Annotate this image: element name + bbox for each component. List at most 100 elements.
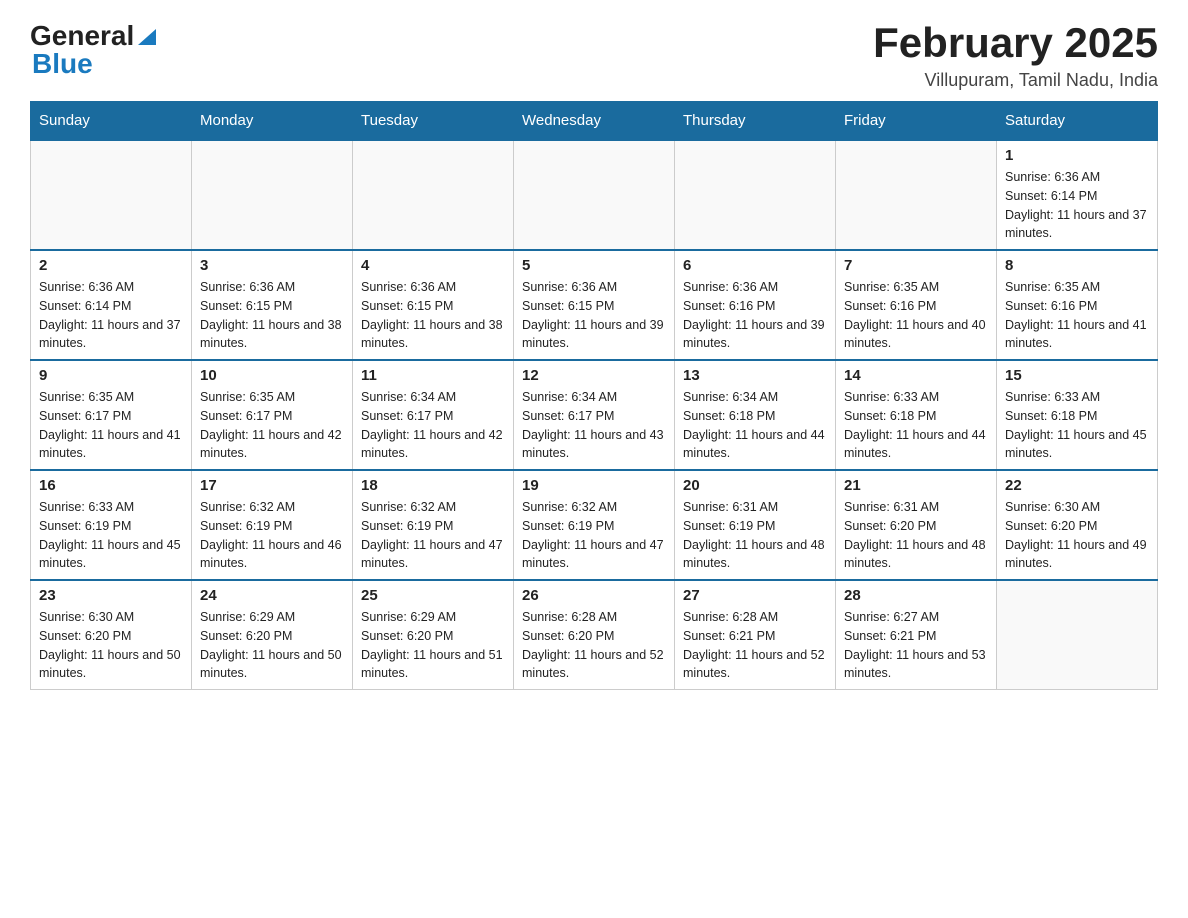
- weekday-header-friday: Friday: [836, 102, 997, 141]
- day-number: 20: [683, 477, 827, 494]
- day-info: Sunrise: 6:32 AM Sunset: 6:19 PM Dayligh…: [361, 498, 505, 573]
- calendar-cell: 20 Sunrise: 6:31 AM Sunset: 6:19 PM Dayli…: [675, 470, 836, 580]
- day-number: 10: [200, 367, 344, 384]
- day-number: 2: [39, 257, 183, 274]
- day-number: 23: [39, 587, 183, 604]
- calendar-cell: 14 Sunrise: 6:33 AM Sunset: 6:18 PM Dayli…: [836, 360, 997, 470]
- day-number: 6: [683, 257, 827, 274]
- weekday-header-row: SundayMondayTuesdayWednesdayThursdayFrid…: [31, 102, 1158, 141]
- day-info: Sunrise: 6:33 AM Sunset: 6:19 PM Dayligh…: [39, 498, 183, 573]
- calendar-cell: 2 Sunrise: 6:36 AM Sunset: 6:14 PM Daylig…: [31, 250, 192, 360]
- calendar-cell: 12 Sunrise: 6:34 AM Sunset: 6:17 PM Dayli…: [514, 360, 675, 470]
- day-number: 25: [361, 587, 505, 604]
- calendar-cell: 23 Sunrise: 6:30 AM Sunset: 6:20 PM Dayli…: [31, 580, 192, 690]
- day-number: 9: [39, 367, 183, 384]
- calendar-week-row: 1Sunrise: 6:36 AM Sunset: 6:14 PM Daylig…: [31, 140, 1158, 250]
- day-info: Sunrise: 6:31 AM Sunset: 6:20 PM Dayligh…: [844, 498, 988, 573]
- day-number: 7: [844, 257, 988, 274]
- calendar-cell: 25Sunrise: 6:29 AM Sunset: 6:20 PM Dayli…: [353, 580, 514, 690]
- title-block: February 2025 Villupuram, Tamil Nadu, In…: [873, 20, 1158, 91]
- day-number: 12: [522, 367, 666, 384]
- calendar-cell: 24 Sunrise: 6:29 AM Sunset: 6:20 PM Dayli…: [192, 580, 353, 690]
- day-info: Sunrise: 6:36 AM Sunset: 6:15 PM Dayligh…: [200, 278, 344, 353]
- logo-blue-text: Blue: [30, 48, 93, 80]
- page-header: General Blue February 2025 Villupuram, T…: [30, 20, 1158, 91]
- calendar-cell: [836, 140, 997, 250]
- calendar-cell: [31, 140, 192, 250]
- day-number: 17: [200, 477, 344, 494]
- calendar-cell: 21 Sunrise: 6:31 AM Sunset: 6:20 PM Dayli…: [836, 470, 997, 580]
- day-number: 8: [1005, 257, 1149, 274]
- day-info: Sunrise: 6:36 AM Sunset: 6:15 PM Dayligh…: [361, 278, 505, 353]
- day-info: Sunrise: 6:36 AM Sunset: 6:14 PM Dayligh…: [39, 278, 183, 353]
- calendar-week-row: 23 Sunrise: 6:30 AM Sunset: 6:20 PM Dayli…: [31, 580, 1158, 690]
- month-title: February 2025: [873, 20, 1158, 66]
- day-info: Sunrise: 6:35 AM Sunset: 6:17 PM Dayligh…: [39, 388, 183, 463]
- calendar-week-row: 9 Sunrise: 6:35 AM Sunset: 6:17 PM Daylig…: [31, 360, 1158, 470]
- calendar-cell: 5 Sunrise: 6:36 AM Sunset: 6:15 PM Daylig…: [514, 250, 675, 360]
- day-info: Sunrise: 6:35 AM Sunset: 6:16 PM Dayligh…: [1005, 278, 1149, 353]
- calendar-cell: 8 Sunrise: 6:35 AM Sunset: 6:16 PM Daylig…: [997, 250, 1158, 360]
- day-info: Sunrise: 6:27 AM Sunset: 6:21 PM Dayligh…: [844, 608, 988, 683]
- weekday-header-saturday: Saturday: [997, 102, 1158, 141]
- day-info: Sunrise: 6:34 AM Sunset: 6:18 PM Dayligh…: [683, 388, 827, 463]
- calendar-cell: 11 Sunrise: 6:34 AM Sunset: 6:17 PM Dayli…: [353, 360, 514, 470]
- calendar-cell: 15 Sunrise: 6:33 AM Sunset: 6:18 PM Dayli…: [997, 360, 1158, 470]
- day-number: 22: [1005, 477, 1149, 494]
- calendar-cell: 28 Sunrise: 6:27 AM Sunset: 6:21 PM Dayli…: [836, 580, 997, 690]
- calendar-cell: 4 Sunrise: 6:36 AM Sunset: 6:15 PM Daylig…: [353, 250, 514, 360]
- day-number: 14: [844, 367, 988, 384]
- calendar-cell: 7Sunrise: 6:35 AM Sunset: 6:16 PM Daylig…: [836, 250, 997, 360]
- day-info: Sunrise: 6:33 AM Sunset: 6:18 PM Dayligh…: [1005, 388, 1149, 463]
- calendar-cell: 16 Sunrise: 6:33 AM Sunset: 6:19 PM Dayli…: [31, 470, 192, 580]
- day-number: 26: [522, 587, 666, 604]
- day-info: Sunrise: 6:28 AM Sunset: 6:21 PM Dayligh…: [683, 608, 827, 683]
- calendar-cell: [353, 140, 514, 250]
- day-number: 19: [522, 477, 666, 494]
- day-info: Sunrise: 6:34 AM Sunset: 6:17 PM Dayligh…: [361, 388, 505, 463]
- calendar-week-row: 16 Sunrise: 6:33 AM Sunset: 6:19 PM Dayli…: [31, 470, 1158, 580]
- calendar-cell: [192, 140, 353, 250]
- day-info: Sunrise: 6:29 AM Sunset: 6:20 PM Dayligh…: [200, 608, 344, 683]
- logo-arrow-icon: [138, 29, 156, 50]
- day-info: Sunrise: 6:36 AM Sunset: 6:16 PM Dayligh…: [683, 278, 827, 353]
- weekday-header-sunday: Sunday: [31, 102, 192, 141]
- location: Villupuram, Tamil Nadu, India: [873, 70, 1158, 91]
- calendar-cell: 9 Sunrise: 6:35 AM Sunset: 6:17 PM Daylig…: [31, 360, 192, 470]
- weekday-header-monday: Monday: [192, 102, 353, 141]
- day-info: Sunrise: 6:34 AM Sunset: 6:17 PM Dayligh…: [522, 388, 666, 463]
- weekday-header-wednesday: Wednesday: [514, 102, 675, 141]
- day-info: Sunrise: 6:36 AM Sunset: 6:15 PM Dayligh…: [522, 278, 666, 353]
- calendar-week-row: 2 Sunrise: 6:36 AM Sunset: 6:14 PM Daylig…: [31, 250, 1158, 360]
- day-number: 15: [1005, 367, 1149, 384]
- calendar-cell: 27Sunrise: 6:28 AM Sunset: 6:21 PM Dayli…: [675, 580, 836, 690]
- calendar-cell: [514, 140, 675, 250]
- calendar-cell: 18 Sunrise: 6:32 AM Sunset: 6:19 PM Dayli…: [353, 470, 514, 580]
- calendar-cell: 17 Sunrise: 6:32 AM Sunset: 6:19 PM Dayli…: [192, 470, 353, 580]
- day-number: 21: [844, 477, 988, 494]
- day-number: 28: [844, 587, 988, 604]
- day-info: Sunrise: 6:32 AM Sunset: 6:19 PM Dayligh…: [200, 498, 344, 573]
- day-number: 13: [683, 367, 827, 384]
- day-number: 16: [39, 477, 183, 494]
- day-number: 4: [361, 257, 505, 274]
- day-number: 24: [200, 587, 344, 604]
- calendar-cell: 10 Sunrise: 6:35 AM Sunset: 6:17 PM Dayli…: [192, 360, 353, 470]
- day-number: 18: [361, 477, 505, 494]
- day-info: Sunrise: 6:33 AM Sunset: 6:18 PM Dayligh…: [844, 388, 988, 463]
- day-number: 11: [361, 367, 505, 384]
- calendar-cell: 1Sunrise: 6:36 AM Sunset: 6:14 PM Daylig…: [997, 140, 1158, 250]
- weekday-header-thursday: Thursday: [675, 102, 836, 141]
- day-info: Sunrise: 6:28 AM Sunset: 6:20 PM Dayligh…: [522, 608, 666, 683]
- day-info: Sunrise: 6:32 AM Sunset: 6:19 PM Dayligh…: [522, 498, 666, 573]
- calendar-cell: 6 Sunrise: 6:36 AM Sunset: 6:16 PM Daylig…: [675, 250, 836, 360]
- day-info: Sunrise: 6:30 AM Sunset: 6:20 PM Dayligh…: [39, 608, 183, 683]
- day-info: Sunrise: 6:30 AM Sunset: 6:20 PM Dayligh…: [1005, 498, 1149, 573]
- day-info: Sunrise: 6:35 AM Sunset: 6:17 PM Dayligh…: [200, 388, 344, 463]
- day-info: Sunrise: 6:31 AM Sunset: 6:19 PM Dayligh…: [683, 498, 827, 573]
- day-number: 5: [522, 257, 666, 274]
- calendar-cell: 3Sunrise: 6:36 AM Sunset: 6:15 PM Daylig…: [192, 250, 353, 360]
- logo: General Blue: [30, 20, 156, 80]
- calendar-cell: 13 Sunrise: 6:34 AM Sunset: 6:18 PM Dayli…: [675, 360, 836, 470]
- day-info: Sunrise: 6:36 AM Sunset: 6:14 PM Dayligh…: [1005, 168, 1149, 243]
